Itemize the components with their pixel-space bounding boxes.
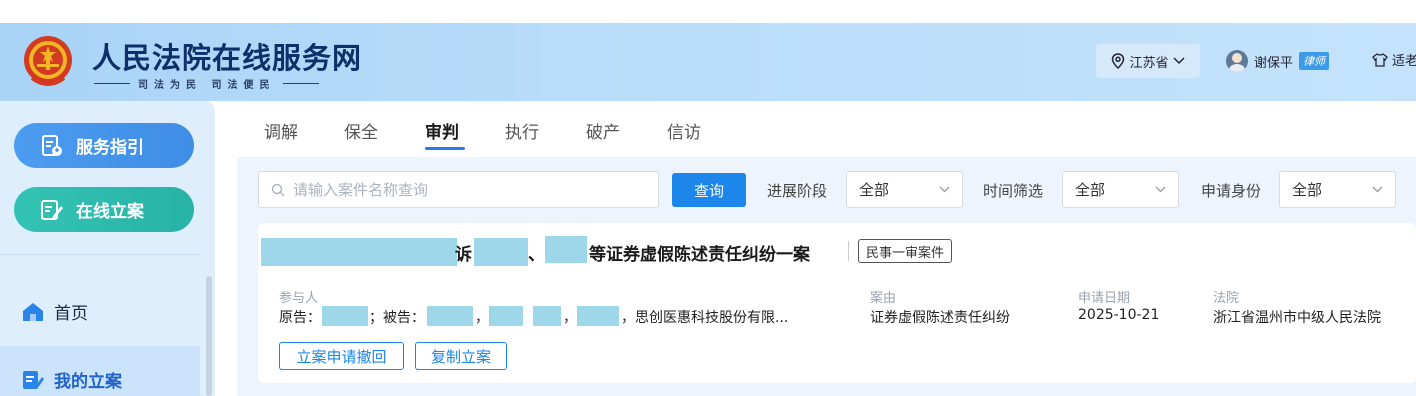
redacted-defendant-name-2 [545,236,587,263]
participants-comma-1: ， [475,310,489,326]
cause-value: 证券虚假陈述责任纠纷 [870,310,1010,326]
defendant-label: 被告： [383,310,425,326]
sidebar-divider [0,254,200,255]
identity-filter-label: 申请身份 [1201,182,1262,200]
top-strip [0,0,1416,23]
court-value: 浙江省温州市中级人民法院 [1213,310,1381,326]
sidebar: 服务指引 在线立案 首页 我的立案 [0,101,215,396]
apply-date-value: 2025-10-21 [1078,307,1160,323]
time-select[interactable]: 全部 [1062,171,1179,208]
shirt-icon [1372,52,1388,67]
sidebar-scrollbar[interactable] [206,276,212,396]
chevron-down-icon [1155,186,1166,193]
redacted-defendant-d [577,306,619,326]
stage-filter-label: 进展阶段 [767,182,828,200]
time-select-value: 全部 [1075,181,1106,199]
elder-mode-toggle[interactable]: 适老 [1372,50,1416,69]
online-filing-label: 在线立案 [76,202,144,222]
sidebar-item-my-filings-label: 我的立案 [54,372,122,392]
main-content: 调解 保全 审判 执行 破产 信访 请输入案件名称查询 查询 进展阶段 全部 时… [237,101,1416,396]
edit-document-icon [41,199,63,220]
sidebar-item-my-filings[interactable]: 我的立案 [22,367,122,392]
role-badge: 律师 [1299,52,1330,70]
elder-mode-label: 适老 [1392,54,1416,69]
slogan-line-left [94,83,130,84]
case-title-separator: 、 [528,245,545,265]
active-tab-indicator [425,147,465,150]
tab-preservation[interactable]: 保全 [344,118,378,143]
tab-mediation[interactable]: 调解 [264,118,298,143]
chevron-down-icon [939,186,950,193]
online-filing-button[interactable]: 在线立案 [14,187,194,232]
stage-select-value: 全部 [859,181,890,199]
filter-bar: 请输入案件名称查询 查询 进展阶段 全部 时间筛选 全部 申请身份 全部 [237,159,1416,219]
case-title-part1: 诉 [455,245,472,265]
sidebar-item-home-label: 首页 [54,304,88,324]
site-title: 人民法院在线服务网 [92,41,363,75]
user-menu[interactable]: 谢保平 律师 [1226,50,1330,72]
time-filter-label: 时间筛选 [983,182,1044,200]
defendant-company: 思创医惠科技股份有限... [635,310,789,326]
query-button[interactable]: 查询 [672,173,746,207]
participants-comma-2: ， [563,310,577,326]
identity-select[interactable]: 全部 [1279,171,1396,208]
slogan-text: 司法为民 司法便民 [138,80,276,91]
chevron-down-icon [1172,57,1185,65]
participants-semicolon: ； [369,310,383,326]
search-icon [271,183,285,196]
chevron-down-icon [1372,186,1383,193]
apply-date-label: 申请日期 [1078,291,1131,306]
location-pin-icon [1112,53,1125,69]
tab-bankruptcy[interactable]: 破产 [586,118,620,143]
site-header: 人民法院在线服务网 司法为民 司法便民 江苏省 谢保平 律师 适老 [0,23,1416,101]
redacted-plaintiff-name [261,238,457,266]
tab-trial[interactable]: 审判 [425,118,459,143]
redacted-defendant-name-1 [474,238,528,266]
case-card[interactable]: 诉 、 等证券虚假陈述责任纠纷一案 民事一审案件 参与人 原告： ； 被告： ，… [258,223,1416,383]
case-search-input[interactable]: 请输入案件名称查询 [258,171,659,208]
guide-document-icon [42,134,62,156]
court-emblem-icon [22,32,74,90]
home-icon [23,302,43,321]
title-divider [848,241,849,261]
sidebar-item-home[interactable]: 首页 [22,299,88,324]
category-tabs: 调解 保全 审判 执行 破产 信访 [237,101,1416,157]
participants-label: 参与人 [279,291,319,306]
region-selector[interactable]: 江苏省 [1096,44,1200,78]
stage-select[interactable]: 全部 [846,171,963,208]
plaintiff-label: 原告： [279,310,321,326]
redacted-defendant-c [533,306,561,326]
redacted-defendant-a [427,306,473,326]
court-label: 法院 [1213,291,1240,306]
slogan-line-right [283,83,320,84]
withdraw-filing-button[interactable]: 立案申请撤回 [279,342,404,370]
identity-select-value: 全部 [1292,181,1323,199]
service-guide-label: 服务指引 [76,138,144,158]
copy-filing-button[interactable]: 复制立案 [415,342,507,370]
site-slogan: 司法为民 司法便民 [94,76,320,91]
service-guide-button[interactable]: 服务指引 [14,123,194,168]
search-placeholder: 请输入案件名称查询 [293,181,429,199]
cause-label: 案由 [870,291,897,306]
tab-petition[interactable]: 信访 [667,118,701,143]
region-label: 江苏省 [1129,55,1169,71]
participants-comma-3: ， [621,310,635,326]
avatar [1226,50,1248,72]
my-filings-icon [23,370,44,389]
user-name: 谢保平 [1254,55,1294,71]
tab-execution[interactable]: 执行 [505,118,539,143]
redacted-defendant-b [489,306,523,326]
case-title-part2: 等证券虚假陈述责任纠纷一案 [589,245,810,265]
redacted-plaintiff [322,306,368,326]
case-type-tag: 民事一审案件 [858,239,953,263]
